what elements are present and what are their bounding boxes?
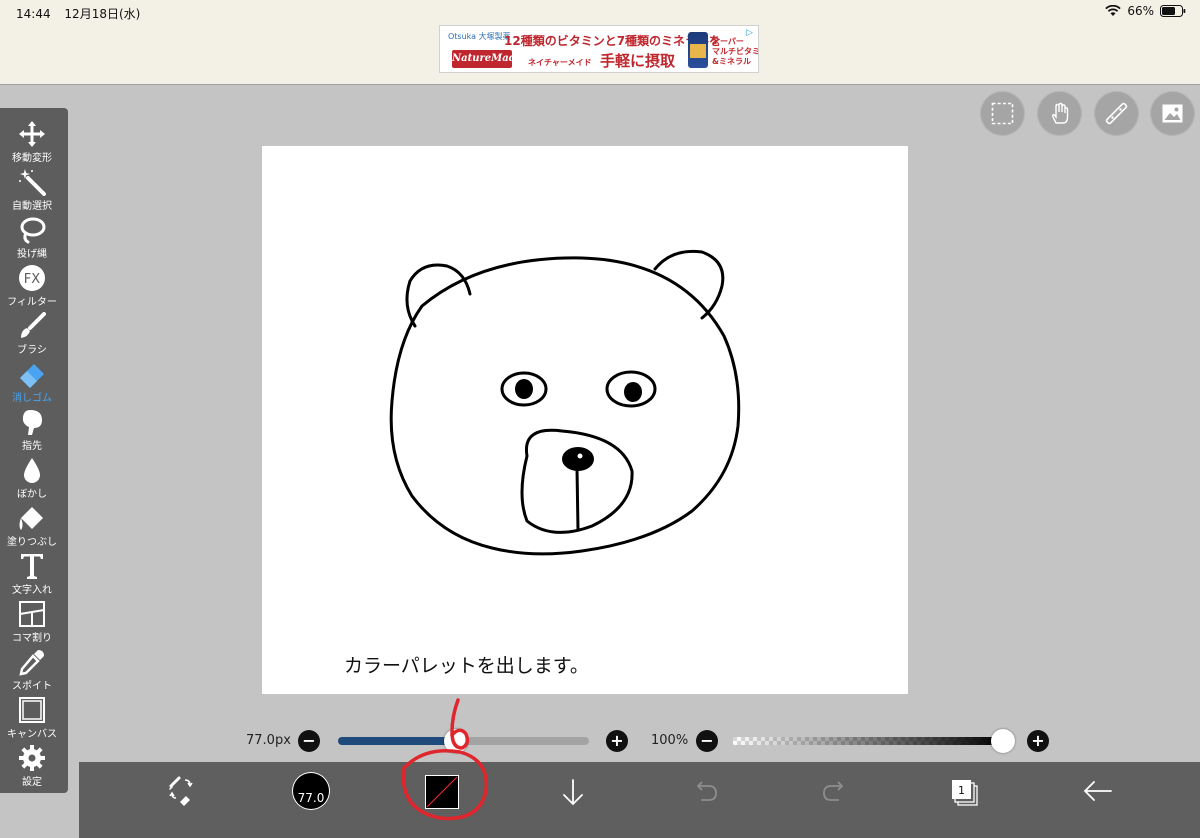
- advertisement-banner[interactable]: Otsuka 大塚製薬 NatureMade ネイチャーメイド 12種類のビタミ…: [439, 25, 759, 73]
- battery-percent: 66%: [1127, 4, 1154, 18]
- tool-label: スポイト: [12, 681, 52, 692]
- ad-brand-name: ネイチャーメイド: [528, 58, 592, 67]
- tool-label: 移動変形: [12, 153, 52, 164]
- tool-label: 消しゴム: [12, 393, 52, 404]
- ruler-icon: [1105, 102, 1128, 125]
- tool-settings[interactable]: 設定: [0, 742, 64, 790]
- ad-logo: NatureMade: [452, 50, 522, 68]
- battery-icon: [1160, 5, 1186, 17]
- tool-label: 文字入れ: [12, 585, 52, 596]
- tool-eyedropper[interactable]: スポイト: [0, 646, 64, 694]
- tool-finger[interactable]: 指先: [0, 406, 64, 454]
- tool-label: ぼかし: [17, 489, 47, 500]
- svg-text:FX: FX: [24, 272, 40, 287]
- tool-label: 塗りつぶし: [6, 537, 58, 548]
- image-button[interactable]: [1150, 91, 1195, 136]
- color-swatch-icon: [426, 776, 458, 808]
- drawing-canvas[interactable]: カラーパレットを出します。: [262, 146, 908, 694]
- text-icon: [21, 554, 43, 579]
- ad-brand: Otsuka 大塚製薬: [448, 32, 511, 41]
- frame-icon: [19, 601, 45, 627]
- tool-blur[interactable]: ぼかし: [0, 454, 64, 502]
- gear-icon: [19, 745, 45, 771]
- tool-move-transform[interactable]: 移動変形: [0, 118, 64, 166]
- brush-size-knob[interactable]: [443, 729, 468, 753]
- tool-label: 指先: [22, 441, 42, 452]
- fill-icon: [19, 507, 43, 530]
- download-button[interactable]: [557, 772, 607, 822]
- selection-button[interactable]: [980, 91, 1025, 136]
- bottom-toolbar: 77.0 1: [79, 762, 1200, 838]
- supplement-bottle-image: [688, 32, 708, 68]
- ruler-button[interactable]: [1094, 91, 1139, 136]
- tool-label: コマ割り: [12, 633, 52, 644]
- tool-label: 自動選択: [12, 201, 52, 212]
- size-decrease-button[interactable]: −: [298, 730, 320, 752]
- bear-drawing: [389, 249, 741, 556]
- magic-wand-icon: [19, 169, 46, 196]
- hand-icon: [1052, 102, 1069, 124]
- tool-auto-select[interactable]: 自動選択: [0, 166, 64, 214]
- eraser-icon: [20, 364, 44, 388]
- tool-label: 投げ縄: [17, 249, 47, 260]
- tool-fill[interactable]: 塗りつぶし: [0, 502, 64, 550]
- canvas-caption: カラーパレットを出します。: [344, 655, 589, 677]
- size-increase-button[interactable]: +: [606, 730, 628, 752]
- brush-size-label: 77.0: [297, 791, 325, 805]
- ad-band: Otsuka 大塚製薬 NatureMade ネイチャーメイド 12種類のビタミ…: [0, 24, 1200, 85]
- back-icon: [1083, 781, 1112, 801]
- canvas-icon: [19, 697, 45, 723]
- redo-icon: [823, 781, 844, 801]
- download-icon: [563, 779, 583, 806]
- tool-label: フィルター: [7, 297, 57, 308]
- eyedropper-icon: [19, 650, 44, 676]
- opacity-decrease-button[interactable]: −: [696, 730, 718, 752]
- color-palette-button[interactable]: [426, 776, 458, 808]
- lasso-icon: [20, 217, 46, 244]
- tool-eraser[interactable]: 消しゴム: [0, 358, 64, 406]
- opacity-increase-button[interactable]: +: [1027, 730, 1049, 752]
- tool-frame-divide[interactable]: コマ割り: [0, 598, 64, 646]
- opacity-value: 100%: [651, 733, 689, 748]
- left-toolbar: 移動変形 自動選択 投げ縄 FX フィルター ブラシ 消しゴム 指先 ぼかし 塗…: [0, 108, 68, 793]
- tool-lasso[interactable]: 投げ縄: [0, 214, 64, 262]
- back-button[interactable]: [1081, 772, 1131, 822]
- adchoices-icon[interactable]: ▷: [746, 28, 756, 38]
- brush-size-button[interactable]: 77.0: [293, 773, 329, 809]
- tool-text[interactable]: 文字入れ: [0, 550, 64, 598]
- layer-count: 1: [958, 784, 965, 797]
- opacity-knob[interactable]: [991, 729, 1015, 753]
- ad-subheadline: 手軽に摂取: [600, 52, 676, 70]
- layers-button[interactable]: 1: [949, 772, 999, 822]
- tool-filter[interactable]: FX フィルター: [0, 262, 64, 310]
- drop-icon: [24, 458, 40, 483]
- hand-button[interactable]: [1037, 91, 1082, 136]
- image-icon: [1162, 104, 1183, 123]
- status-time: 14:44: [16, 7, 51, 21]
- status-date: 12月18日(水): [64, 7, 141, 21]
- wifi-icon: [1105, 5, 1122, 16]
- brush-icon: [21, 312, 46, 338]
- brush-size-slider[interactable]: [338, 729, 589, 753]
- finger-icon: [22, 410, 42, 435]
- ad-side-text: スーパー マルチビタミン &ミネラル: [712, 37, 758, 66]
- brush-size-value: 77.0px: [246, 733, 291, 748]
- move-icon: [19, 121, 45, 147]
- brush-size-fill: [338, 737, 456, 745]
- undo-button[interactable]: [689, 772, 739, 822]
- tool-label: キャンバス: [7, 729, 57, 740]
- layers-icon: 1: [952, 780, 978, 806]
- swap-tool-icon: [169, 776, 193, 806]
- swap-tool-button[interactable]: [163, 772, 213, 822]
- redo-button[interactable]: [819, 772, 869, 822]
- tool-label: ブラシ: [17, 345, 47, 356]
- undo-icon: [696, 781, 717, 801]
- selection-icon: [991, 102, 1014, 125]
- fx-icon: FX: [19, 265, 45, 291]
- tool-canvas[interactable]: キャンバス: [0, 694, 64, 742]
- status-bar: 14:44 12月18日(水) 66%: [0, 0, 1200, 24]
- tool-label: 設定: [22, 777, 42, 788]
- tool-brush[interactable]: ブラシ: [0, 310, 64, 358]
- opacity-slider[interactable]: [733, 729, 1015, 753]
